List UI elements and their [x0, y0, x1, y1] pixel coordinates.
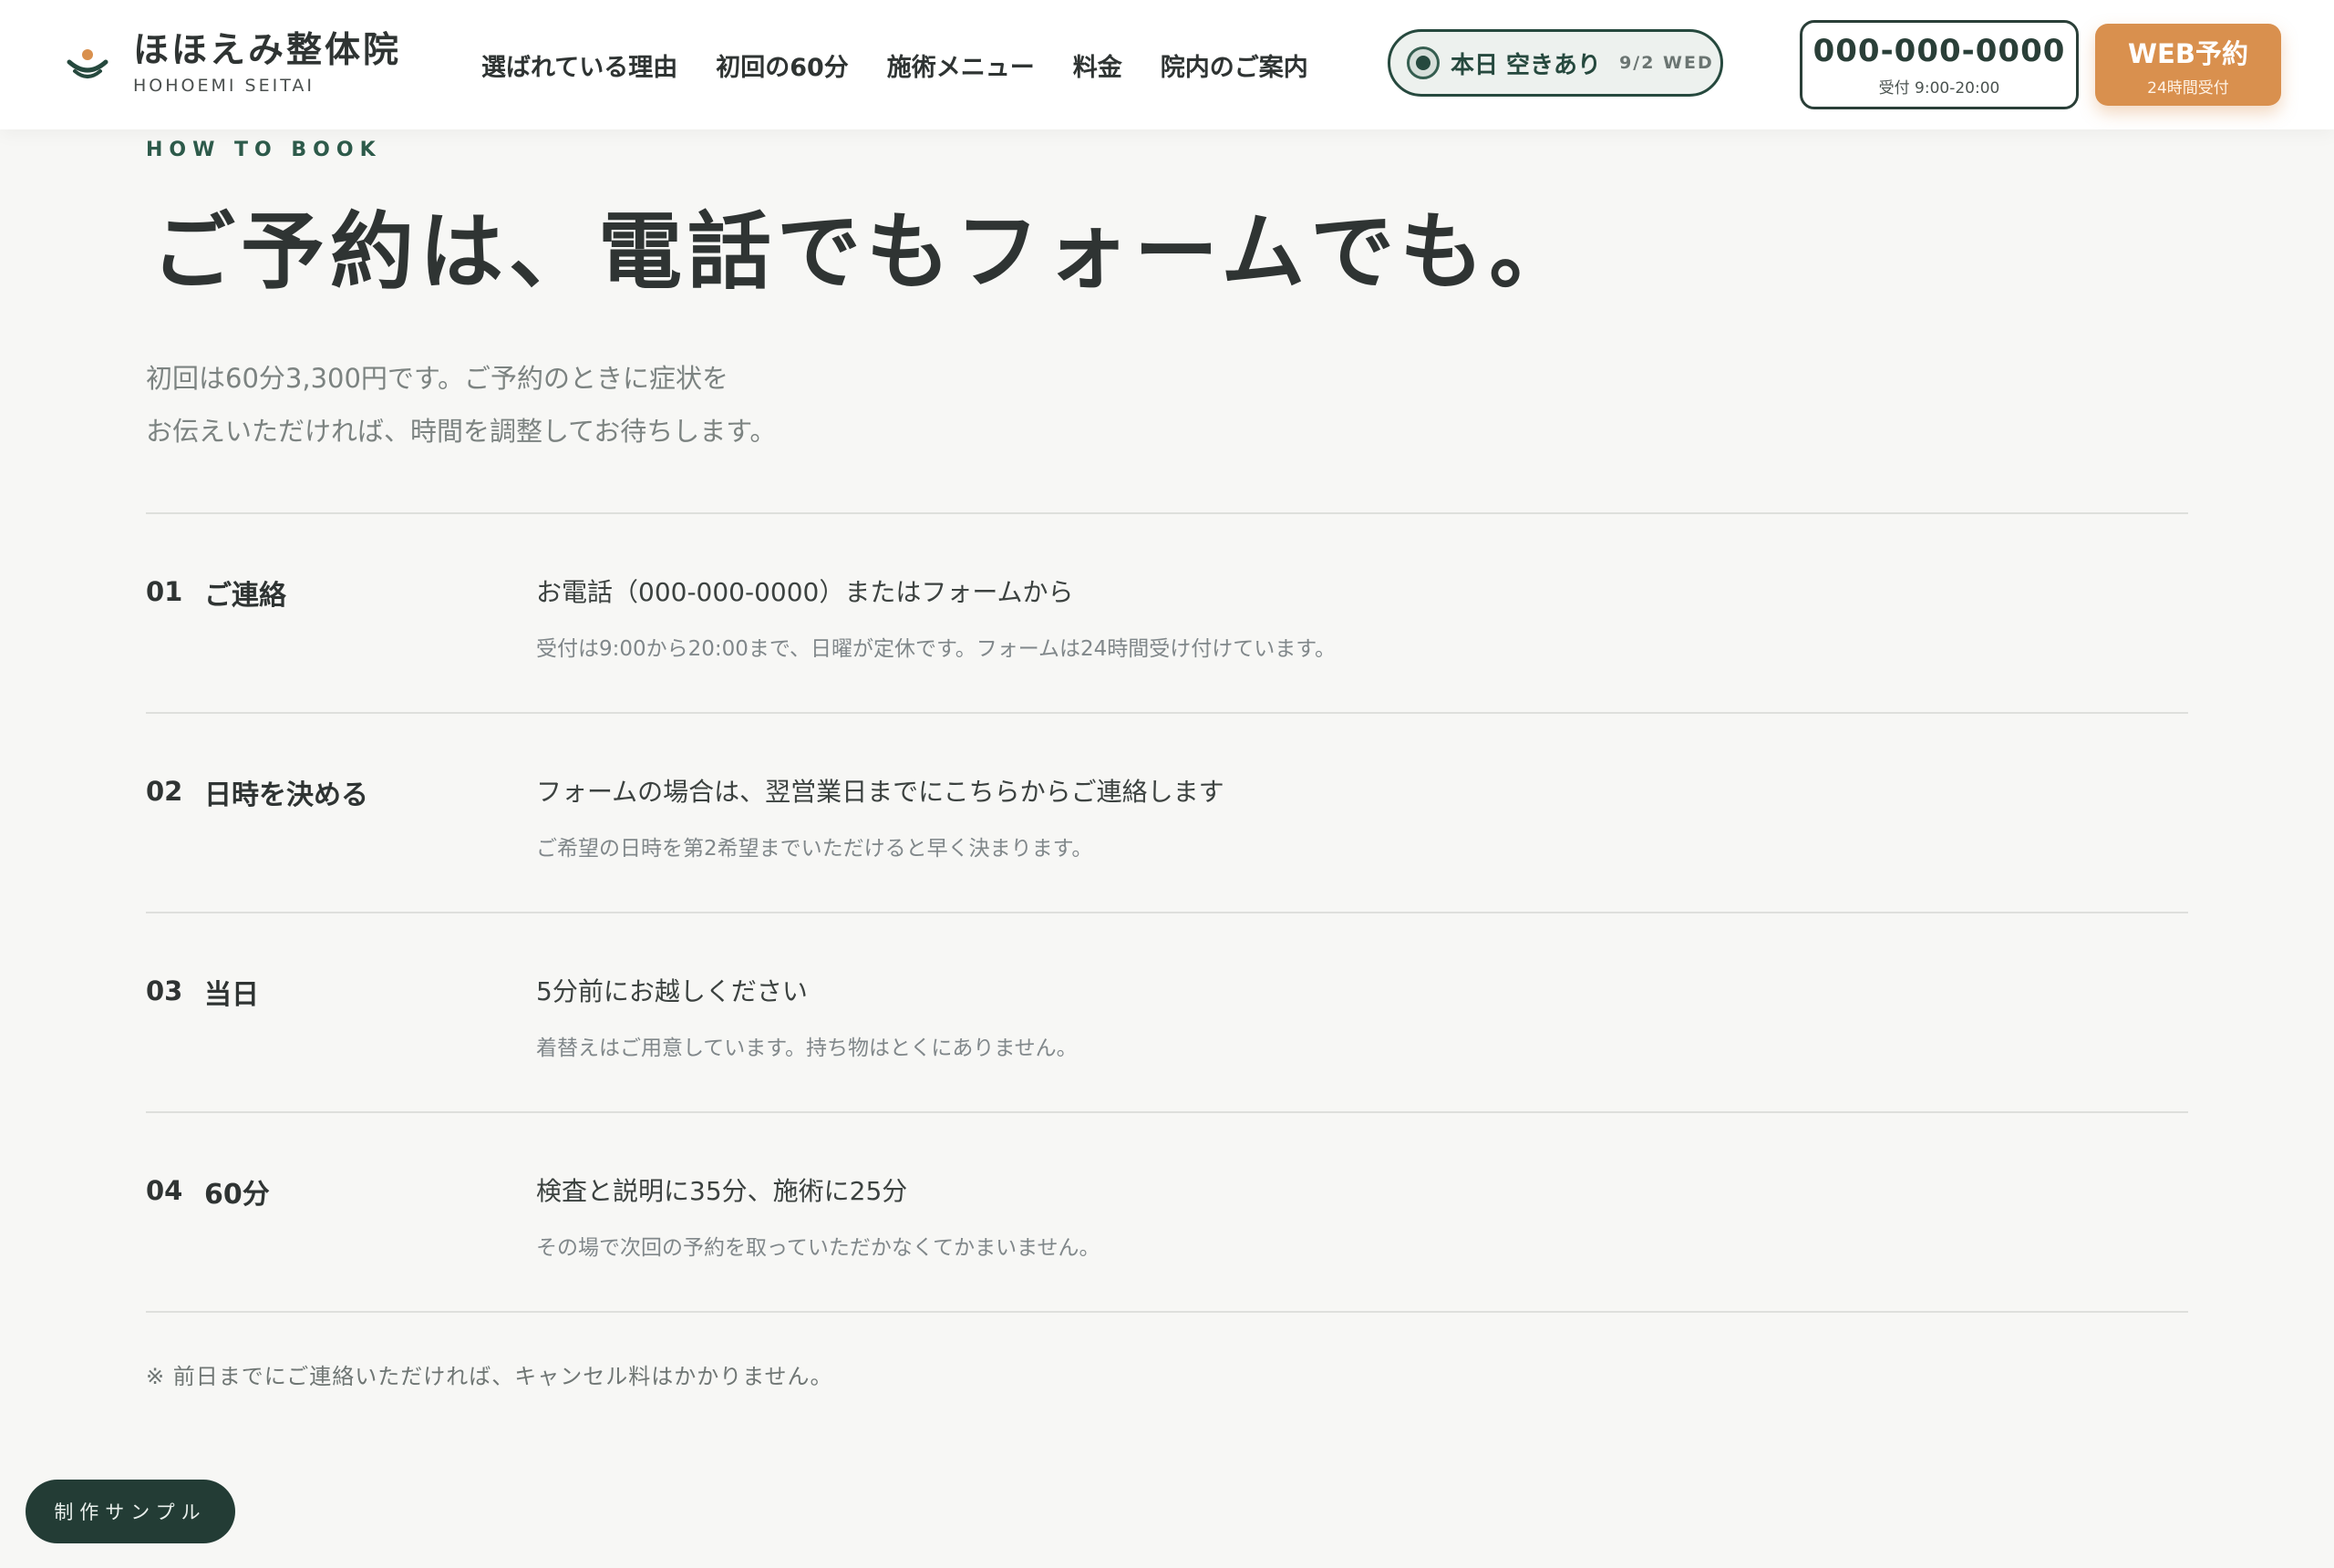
- lead-line: 初回は60分3,300円です。ご予約のときに症状を: [146, 363, 729, 394]
- step-title: 当日: [204, 979, 259, 1011]
- status-dot-core: [1416, 56, 1430, 70]
- step-detail: その場で次回の予約を取っていただかなくてかまいません。: [536, 1236, 1100, 1260]
- brand-roman: HOHOEMI SEITAI: [133, 76, 315, 97]
- step-detail: 着替えはご用意しています。持ち物はとくにありません。: [536, 1037, 1078, 1060]
- sample-badge[interactable]: 制作サンプル: [26, 1480, 235, 1543]
- status-dot-icon: [1407, 46, 1440, 79]
- smile-sun-icon: [55, 31, 120, 97]
- nav-item-price[interactable]: 料金: [1073, 47, 1122, 83]
- step-description: お電話（000-000-0000）またはフォームから: [536, 577, 1074, 607]
- nav-item-first-visit[interactable]: 初回の60分: [716, 47, 849, 83]
- web-booking-sub: 24時間受付: [2147, 78, 2229, 98]
- steps-divider: [146, 1311, 2188, 1313]
- nav-item-menu[interactable]: 施術メニュー: [887, 47, 1035, 83]
- step-description: フォームの場合は、翌営業日までにこちらからご連絡します: [536, 777, 1224, 807]
- cancellation-note: ※ 前日までにご連絡いただければ、キャンセル料はかかりません。: [146, 1364, 833, 1389]
- section-eyebrow: HOW TO BOOK: [146, 139, 382, 161]
- phone-button[interactable]: 000-000-0000 受付 9:00-20:00: [1800, 20, 2079, 109]
- step-number: 04: [146, 1175, 183, 1206]
- step-number: 03: [146, 975, 183, 1006]
- step-number: 02: [146, 776, 183, 807]
- availability-date: 9/2 WED: [1619, 53, 1714, 73]
- main-nav: 選ばれている理由 初回の60分 施術メニュー 料金 院内のご案内: [481, 47, 1347, 83]
- step-title: ご連絡: [204, 580, 286, 612]
- step-title: 日時を決める: [204, 779, 368, 811]
- step-row: 03 当日 5分前にお越しください 着替えはご用意しています。持ち物はとくにあり…: [146, 912, 2188, 1111]
- web-booking-label: WEB予約: [2128, 37, 2248, 69]
- web-booking-button[interactable]: WEB予約 24時間受付: [2095, 24, 2281, 106]
- step-row: 02 日時を決める フォームの場合は、翌営業日までにこちらからご連絡します ご希…: [146, 712, 2188, 912]
- logo-text: ほほえみ整体院 HOHOEMI SEITAI: [133, 29, 402, 97]
- step-title: 60分: [204, 1179, 270, 1211]
- step-detail: 受付は9:00から20:00まで、日曜が定休です。フォームは24時間受け付けてい…: [536, 637, 1336, 661]
- step-description: 5分前にお越しください: [536, 976, 808, 1006]
- availability-text: 本日 空きあり: [1451, 51, 1602, 79]
- page-title: ご予約は、電話でもフォームでも。: [151, 203, 1579, 301]
- step-row: 01 ご連絡 お電話（000-000-0000）またはフォームから 受付は9:0…: [146, 512, 2188, 712]
- nav-item-reasons[interactable]: 選ばれている理由: [481, 47, 677, 83]
- step-description: 検査と説明に35分、施術に25分: [536, 1176, 908, 1206]
- logo[interactable]: ほほえみ整体院 HOHOEMI SEITAI: [55, 27, 401, 100]
- site-header: ほほえみ整体院 HOHOEMI SEITAI 選ばれている理由 初回の60分 施…: [0, 0, 2334, 129]
- nav-item-clinic-guide[interactable]: 院内のご案内: [1161, 47, 1308, 83]
- step-number: 01: [146, 576, 183, 607]
- step-row: 04 60分 検査と説明に35分、施術に25分 その場で次回の予約を取っていただ…: [146, 1111, 2188, 1311]
- booking-steps: 01 ご連絡 お電話（000-000-0000）またはフォームから 受付は9:0…: [146, 512, 2188, 1313]
- section-lead: 初回は60分3,300円です。ご予約のときに症状を お伝えいただければ、時間を調…: [146, 352, 776, 458]
- phone-number: 000-000-0000: [1812, 32, 2066, 69]
- step-detail: ご希望の日時を第2希望までいただけると早く決まります。: [536, 837, 1093, 861]
- brand-name: ほほえみ整体院: [133, 29, 402, 71]
- lead-line: お伝えいただければ、時間を調整してお待ちします。: [146, 416, 777, 447]
- phone-hours: 受付 9:00-20:00: [1878, 78, 2000, 98]
- availability-status: 本日 空きあり 9/2 WED: [1388, 29, 1723, 97]
